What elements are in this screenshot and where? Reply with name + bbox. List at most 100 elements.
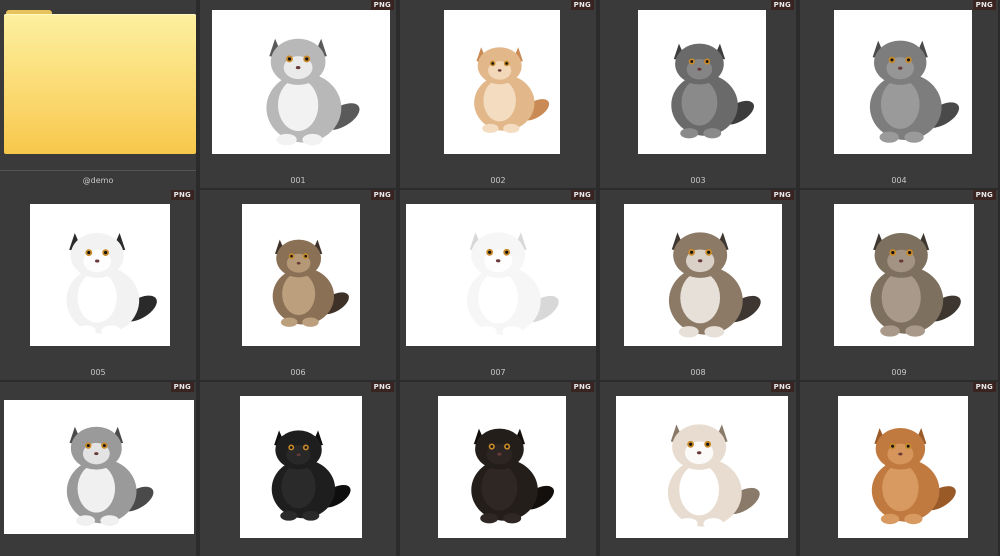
cat-image bbox=[406, 204, 596, 346]
cat-shape bbox=[302, 510, 320, 521]
png-badge: PNG bbox=[570, 382, 594, 392]
cat-shape bbox=[705, 60, 709, 63]
cat-shape bbox=[94, 452, 99, 456]
cat-illustration bbox=[271, 430, 351, 521]
cat-illustration bbox=[871, 428, 956, 525]
cat-shape bbox=[904, 513, 923, 525]
png-badge: PNG bbox=[170, 190, 194, 200]
cat-shape bbox=[483, 79, 516, 122]
cat-shape bbox=[880, 513, 900, 525]
cat-shape bbox=[101, 325, 121, 337]
cat-shape bbox=[707, 250, 711, 254]
cat-image bbox=[444, 10, 560, 154]
cat-shape bbox=[296, 261, 301, 265]
thumbnail-item[interactable]: PNG bbox=[400, 382, 598, 556]
thumbnail-item[interactable]: PNG 003 bbox=[600, 0, 798, 190]
cat-shape bbox=[296, 453, 301, 457]
thumbnail-item[interactable]: PNG bbox=[600, 382, 798, 556]
cat-shape bbox=[304, 446, 308, 449]
cat-image bbox=[834, 204, 974, 346]
cat-shape bbox=[690, 250, 694, 254]
item-caption: 004 bbox=[891, 176, 907, 185]
cat-shape bbox=[703, 518, 724, 530]
cat-shape bbox=[295, 66, 301, 70]
cat-image bbox=[242, 204, 360, 346]
item-caption: 005 bbox=[90, 368, 106, 377]
cat-shape bbox=[480, 513, 499, 524]
png-badge: PNG bbox=[770, 382, 794, 392]
cat-shape bbox=[87, 251, 91, 255]
item-caption: 007 bbox=[490, 368, 506, 377]
cat-shape bbox=[505, 445, 509, 448]
item-caption: 009 bbox=[891, 368, 907, 377]
cat-shape bbox=[679, 464, 720, 516]
cat-shape bbox=[898, 66, 903, 70]
cat-shape bbox=[905, 325, 925, 337]
cat-shape bbox=[681, 79, 718, 126]
png-badge: PNG bbox=[570, 190, 594, 200]
cat-image bbox=[212, 10, 390, 154]
thumbnail-item[interactable]: PNG bbox=[200, 382, 398, 556]
cat-image bbox=[838, 396, 968, 538]
png-badge: PNG bbox=[370, 382, 394, 392]
thumbnail-item[interactable]: PNG 008 bbox=[600, 190, 798, 382]
cat-shape bbox=[503, 123, 520, 134]
cat-image bbox=[624, 204, 782, 346]
thumbnail-item[interactable]: PNG 005 bbox=[0, 190, 198, 382]
cat-shape bbox=[302, 133, 323, 146]
cat-shape bbox=[891, 444, 895, 448]
folder-caption: @demo bbox=[82, 176, 114, 185]
cat-illustration bbox=[671, 43, 754, 139]
cat-shape bbox=[290, 254, 293, 258]
thumbnail-item[interactable]: PNG 007 bbox=[400, 190, 598, 382]
cat-shape bbox=[696, 451, 702, 455]
cat-shape bbox=[882, 464, 919, 512]
cat-shape bbox=[697, 67, 702, 71]
cat-shape bbox=[104, 251, 108, 255]
thumbnail-item[interactable]: PNG bbox=[0, 382, 198, 556]
cat-image bbox=[4, 400, 194, 534]
cat-shape bbox=[906, 444, 910, 448]
cat-shape bbox=[488, 250, 492, 254]
cat-shape bbox=[491, 62, 494, 65]
cat-shape bbox=[680, 128, 699, 139]
item-caption: 008 bbox=[690, 368, 706, 377]
cat-shape bbox=[476, 326, 497, 338]
cat-shape bbox=[503, 513, 522, 524]
cat-image bbox=[240, 396, 362, 538]
thumbnail-item[interactable]: PNG 006 bbox=[200, 190, 398, 382]
cat-shape bbox=[704, 326, 725, 338]
cat-shape bbox=[276, 133, 297, 146]
cat-shape bbox=[497, 69, 502, 72]
cat-shape bbox=[502, 326, 523, 338]
thumbnail-item[interactable]: PNG 004 bbox=[800, 0, 1000, 190]
cat-shape bbox=[497, 452, 502, 456]
cat-shape bbox=[490, 445, 494, 448]
cat-shape bbox=[690, 60, 694, 63]
cat-shape bbox=[505, 250, 509, 254]
cat-shape bbox=[76, 325, 96, 337]
cat-shape bbox=[280, 510, 298, 521]
cat-shape bbox=[898, 452, 903, 456]
cat-shape bbox=[678, 326, 699, 338]
cat-illustration bbox=[474, 47, 550, 134]
cat-shape bbox=[697, 259, 703, 263]
cat-illustration bbox=[272, 239, 349, 327]
cat-shape bbox=[281, 464, 316, 509]
png-badge: PNG bbox=[170, 382, 194, 392]
cat-shape bbox=[481, 464, 518, 511]
thumbnail-item[interactable]: PNG 002 bbox=[400, 0, 598, 190]
cat-shape bbox=[706, 442, 710, 446]
thumbnail-item[interactable]: PNG bbox=[800, 382, 1000, 556]
folder-item-demo[interactable]: @demo bbox=[0, 0, 198, 190]
cat-shape bbox=[478, 272, 519, 324]
cat-illustration bbox=[466, 232, 559, 338]
cat-shape bbox=[898, 259, 904, 263]
cat-shape bbox=[505, 62, 508, 65]
cat-illustration bbox=[667, 424, 760, 530]
cat-shape bbox=[908, 251, 912, 255]
thumbnail-item[interactable]: PNG 001 bbox=[200, 0, 398, 190]
thumbnail-item[interactable]: PNG 009 bbox=[800, 190, 1000, 382]
cat-shape bbox=[287, 57, 292, 61]
cat-image bbox=[438, 396, 566, 538]
